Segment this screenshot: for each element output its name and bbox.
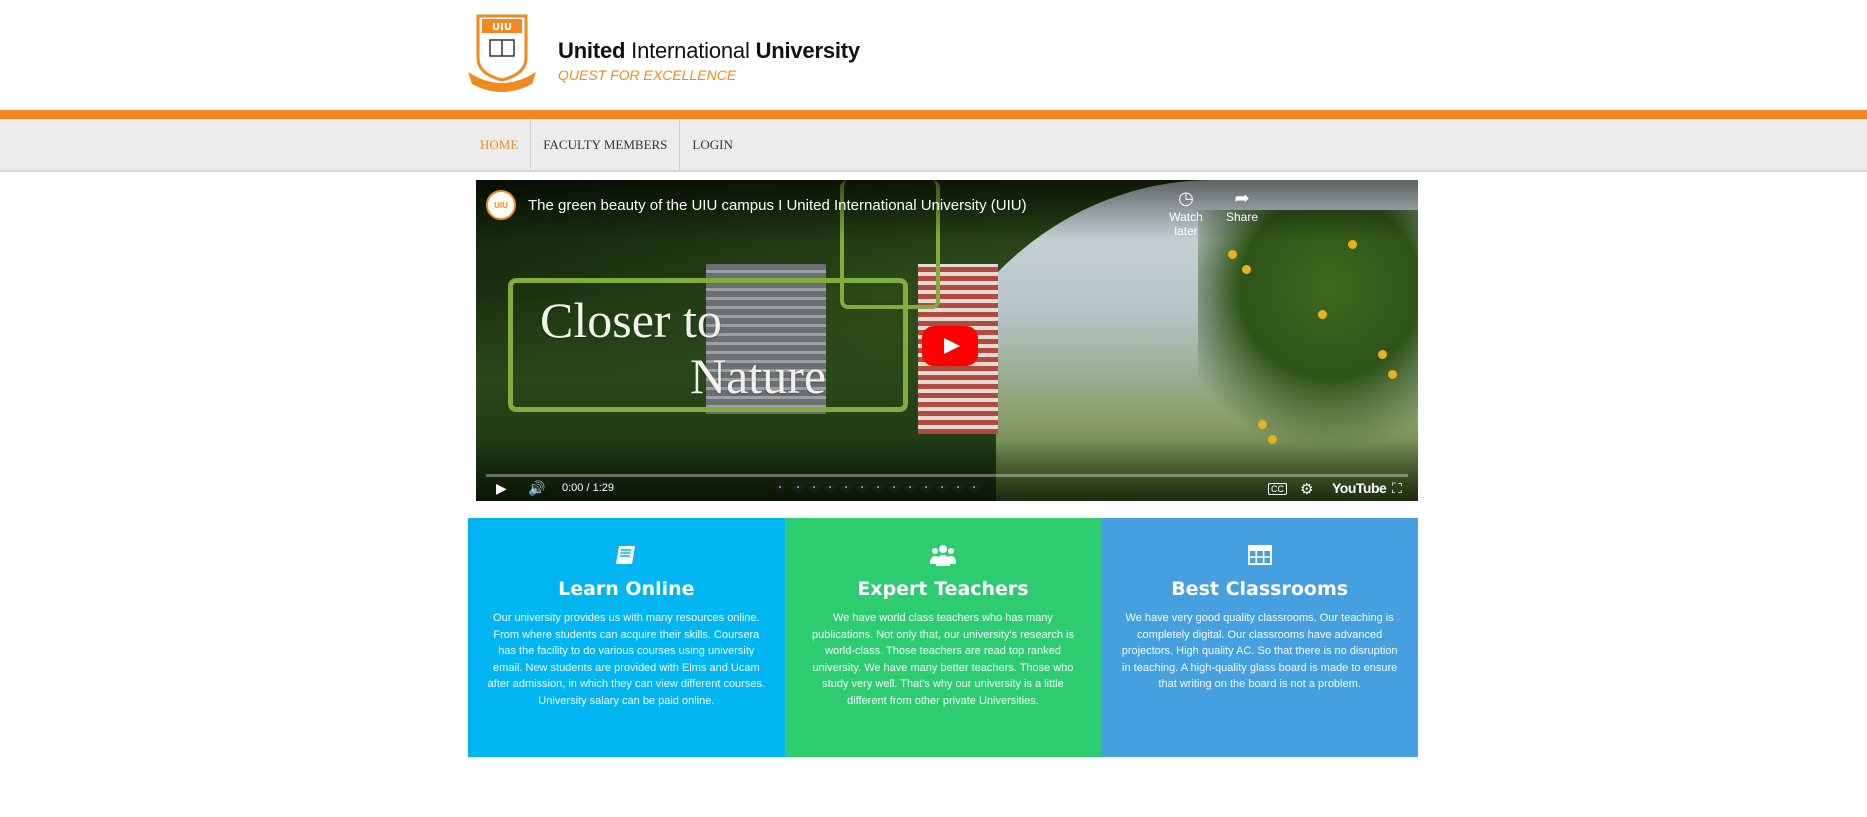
brand-block: United International University QUEST FO… [558,38,860,83]
header-accent-bar [0,110,1867,119]
chapter-dot[interactable] [808,481,820,493]
play-icon[interactable]: ▶ [496,480,507,497]
youtube-logo[interactable]: YouTube [1332,480,1387,496]
share-button[interactable]: ➦ Share [1212,188,1272,224]
volume-icon[interactable]: 🔊 [528,480,545,497]
feature-cards: Learn Online Our university provides us … [468,518,1418,757]
chapter-dot[interactable] [888,481,900,493]
channel-avatar[interactable]: UIU [486,190,516,220]
video-title[interactable]: The green beauty of the UIU campus I Uni… [528,197,1027,214]
chapter-dot[interactable] [904,481,916,493]
site-header: UIU United International University QUES… [0,0,1867,110]
chapter-dot[interactable] [840,481,852,493]
chapter-dot[interactable] [968,481,980,493]
svg-text:UIU: UIU [492,22,512,33]
table-icon [1247,545,1272,565]
nav-item-login[interactable]: LOGIN [680,119,744,170]
brand-name: United International University [558,38,860,63]
chapter-dot[interactable] [856,481,868,493]
card-title: Best Classrooms [1171,578,1349,600]
nav-item-home[interactable]: HOME [468,119,532,170]
chapter-dot[interactable] [872,481,884,493]
watch-later-button[interactable]: ◷ Watch later [1156,188,1216,238]
university-logo-icon[interactable]: UIU [466,14,538,92]
card-learn-online: Learn Online Our university provides us … [468,518,785,757]
fullscreen-icon[interactable]: ⛶ [1392,480,1402,497]
video-flowers [1198,210,1418,470]
card-text: Our university provides us with many res… [487,612,766,707]
video-time: 0:00 / 1:29 [562,482,614,494]
chapter-dot[interactable] [774,481,786,493]
share-icon: ➦ [1234,188,1250,208]
main-nav: HOME FACULTY MEMBERS LOGIN [0,119,1867,172]
brand-tagline: QUEST FOR EXCELLENCE [558,67,737,83]
settings-gear-icon[interactable]: ⚙ [1300,480,1313,498]
card-expert-teachers: Expert Teachers We have world class teac… [784,518,1102,757]
video-headline: Closer to Nature [540,292,827,404]
card-text: We have very good quality classrooms. Ou… [1121,612,1398,690]
card-title: Learn Online [558,578,695,600]
chapter-dot[interactable] [824,481,836,493]
clock-icon: ◷ [1178,188,1194,208]
chapter-dot[interactable] [792,481,804,493]
video-progress-bar[interactable] [486,474,1408,477]
chapter-dot[interactable] [936,481,948,493]
book-icon [616,546,636,564]
nav-item-faculty-members[interactable]: FACULTY MEMBERS [531,119,681,170]
chapter-dot[interactable] [952,481,964,493]
card-title: Expert Teachers [857,578,1029,600]
chapter-dot[interactable] [920,481,932,493]
group-icon [929,545,956,566]
card-text: We have world class teachers who has man… [812,612,1074,707]
card-best-classrooms: Best Classrooms We have very good qualit… [1101,518,1418,757]
captions-icon[interactable]: CC [1268,483,1287,495]
play-button-large[interactable] [922,326,978,366]
youtube-video-player[interactable]: Closer to Nature UIU The green beauty of… [476,180,1418,501]
